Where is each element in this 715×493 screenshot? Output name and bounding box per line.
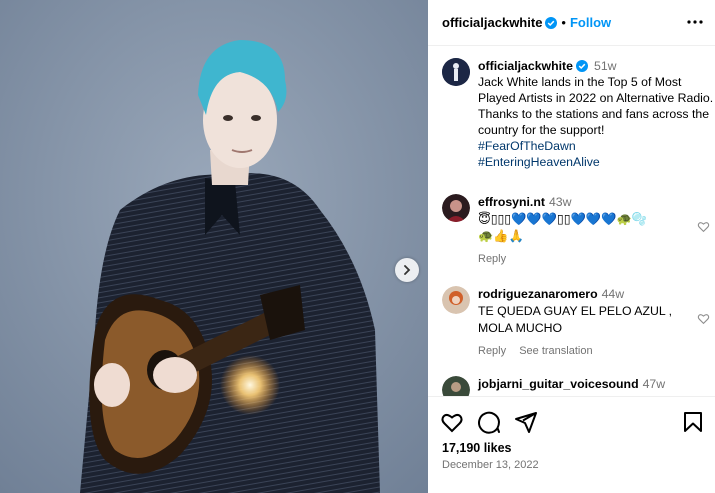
post-image bbox=[0, 0, 428, 493]
header-username[interactable]: officialjackwhite bbox=[442, 15, 542, 30]
header-separator: • bbox=[561, 15, 566, 30]
follow-button[interactable]: Follow bbox=[570, 15, 611, 30]
verified-badge-icon bbox=[545, 16, 558, 29]
comment-time: 43w bbox=[548, 195, 572, 209]
photo-illustration bbox=[0, 0, 428, 493]
reply-button[interactable]: Reply bbox=[478, 253, 506, 265]
comment-username[interactable]: jobjarni_guitar_voicesound bbox=[478, 377, 639, 391]
comment-username[interactable]: effrosyni.nt bbox=[478, 195, 545, 209]
heart-icon[interactable] bbox=[697, 312, 710, 325]
likes-count[interactable]: 17,190 likes bbox=[442, 441, 512, 455]
caption-avatar[interactable] bbox=[442, 58, 470, 86]
reply-button[interactable]: Reply bbox=[478, 345, 506, 357]
hashtag[interactable]: #EnteringHeavenAlive bbox=[478, 154, 714, 170]
comment-avatar[interactable] bbox=[442, 194, 470, 222]
avatar-photo bbox=[442, 286, 470, 314]
share-icon[interactable] bbox=[514, 410, 538, 434]
comment-text: TE QUEDA GUAY EL PELO AZUL , bbox=[478, 304, 673, 318]
post-header: officialjackwhite • Follow bbox=[428, 0, 715, 46]
post-footer: 17,190 likes December 13, 2022 bbox=[428, 396, 715, 493]
caption-text: Jack White lands in the Top 5 of Most Pl… bbox=[478, 75, 714, 137]
verified-badge-icon bbox=[576, 60, 588, 72]
post-date: December 13, 2022 bbox=[442, 459, 539, 471]
avatar-photo bbox=[442, 194, 470, 222]
heart-icon[interactable] bbox=[440, 410, 464, 434]
comment-username[interactable]: rodriguezanaromero bbox=[478, 287, 598, 301]
comment-text: 🐢👍🙏 bbox=[478, 229, 524, 243]
caption-time: 51w bbox=[594, 59, 617, 73]
comment-time: 44w bbox=[601, 287, 625, 301]
more-options-icon[interactable] bbox=[685, 12, 705, 32]
avatar-figure bbox=[442, 58, 470, 86]
next-image-button[interactable] bbox=[395, 258, 419, 282]
heart-icon[interactable] bbox=[697, 220, 710, 233]
bookmark-icon[interactable] bbox=[681, 410, 705, 434]
see-translation-button[interactable]: See translation bbox=[519, 345, 592, 357]
comment-time: 47w bbox=[642, 377, 666, 391]
comment-text: 😇▯▯▯💙💙💙▯▯💙💙💙🐢🫧 bbox=[478, 212, 648, 226]
hashtag[interactable]: #FearOfTheDawn bbox=[478, 138, 714, 154]
comment-icon[interactable] bbox=[477, 410, 501, 434]
post-panel: officialjackwhite • Follow officialjackw… bbox=[428, 0, 715, 493]
caption-username[interactable]: officialjackwhite bbox=[478, 59, 573, 73]
comment-avatar[interactable] bbox=[442, 286, 470, 314]
next-arrow-icon bbox=[404, 265, 411, 275]
comment-text: MOLA MUCHO bbox=[478, 321, 563, 335]
